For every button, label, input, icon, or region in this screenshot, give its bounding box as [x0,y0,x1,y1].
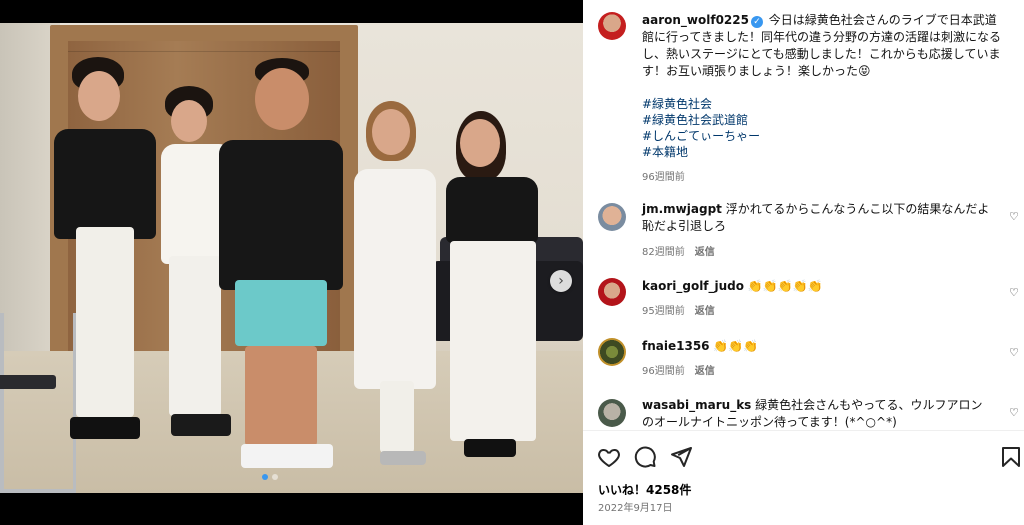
carousel-dot [272,474,278,480]
comment-username[interactable]: jm.mwjagpt [642,202,722,216]
hashtag-list: #緑黄色社会 #緑黄色社会武道館 #しんごてぃーちゃー #本籍地 [642,96,1002,160]
avatar[interactable] [598,338,626,366]
hashtag-link[interactable]: #しんごてぃーちゃー [642,128,1002,144]
bookmark-icon[interactable] [999,445,1023,469]
carousel-dot [262,474,268,480]
verified-badge-icon: ✓ [750,16,763,28]
post-photo: › [0,23,583,493]
comment-like-button[interactable]: ♡ [1009,211,1020,222]
send-icon[interactable] [669,445,693,469]
person-figure [440,111,545,471]
avatar[interactable] [598,278,626,306]
post-sidebar: aaron_wolf0225 ✓ 今日は緑黄色社会さんのライブで日本武道館に行って… [583,0,1024,525]
heart-icon[interactable] [597,445,621,469]
comment-like-button[interactable]: ♡ [1009,407,1020,418]
comment-text: 👏👏👏 [713,339,759,353]
post-date: 2022年9月17日 [598,503,673,514]
chevron-right-icon: › [558,273,564,289]
next-slide-button[interactable]: › [550,270,572,292]
comment-username[interactable]: wasabi_maru_ks [642,398,751,412]
avatar[interactable] [598,203,626,231]
comment-like-button[interactable]: ♡ [1009,347,1020,358]
comment-like-button[interactable]: ♡ [1009,287,1020,298]
post-media: › [0,0,583,525]
comment-time[interactable]: 95週間前 [642,306,685,317]
comment-icon[interactable] [633,445,657,469]
comment-meta: 96週間前 返信 [642,362,725,377]
caption-meta: 96週間前 [642,168,695,183]
comment-username[interactable]: kaori_golf_judo [642,279,744,293]
comment-time[interactable]: 82週間前 [642,247,685,258]
comment-text: 👏👏👏👏👏 [747,279,823,293]
author-username[interactable]: aaron_wolf0225 [642,13,749,27]
person-figure [350,101,440,471]
post-time[interactable]: 96週間前 [642,172,685,183]
like-count[interactable]: いいね！4258件 [598,481,691,498]
comment-meta: 82週間前 返信 [642,243,725,258]
hashtag-link[interactable]: #本籍地 [642,144,1002,160]
avatar[interactable] [598,399,626,427]
hashtag-link[interactable]: #緑黄色社会 [642,96,1002,112]
comment-username[interactable]: fnaie1356 [642,339,710,353]
person-figure [215,58,345,478]
carousel-dots [262,474,278,480]
comment-meta: 95週間前 返信 [642,302,725,317]
reply-button[interactable]: 返信 [695,306,715,317]
person-figure [50,57,160,457]
comments-list: aaron_wolf0225 ✓ 今日は緑黄色社会さんのライブで日本武道館に行って… [583,0,1024,430]
reply-button[interactable]: 返信 [695,366,715,377]
reply-button[interactable]: 返信 [695,247,715,258]
hashtag-link[interactable]: #緑黄色社会武道館 [642,112,1002,128]
avatar[interactable] [598,12,626,40]
comment-time[interactable]: 96週間前 [642,366,685,377]
